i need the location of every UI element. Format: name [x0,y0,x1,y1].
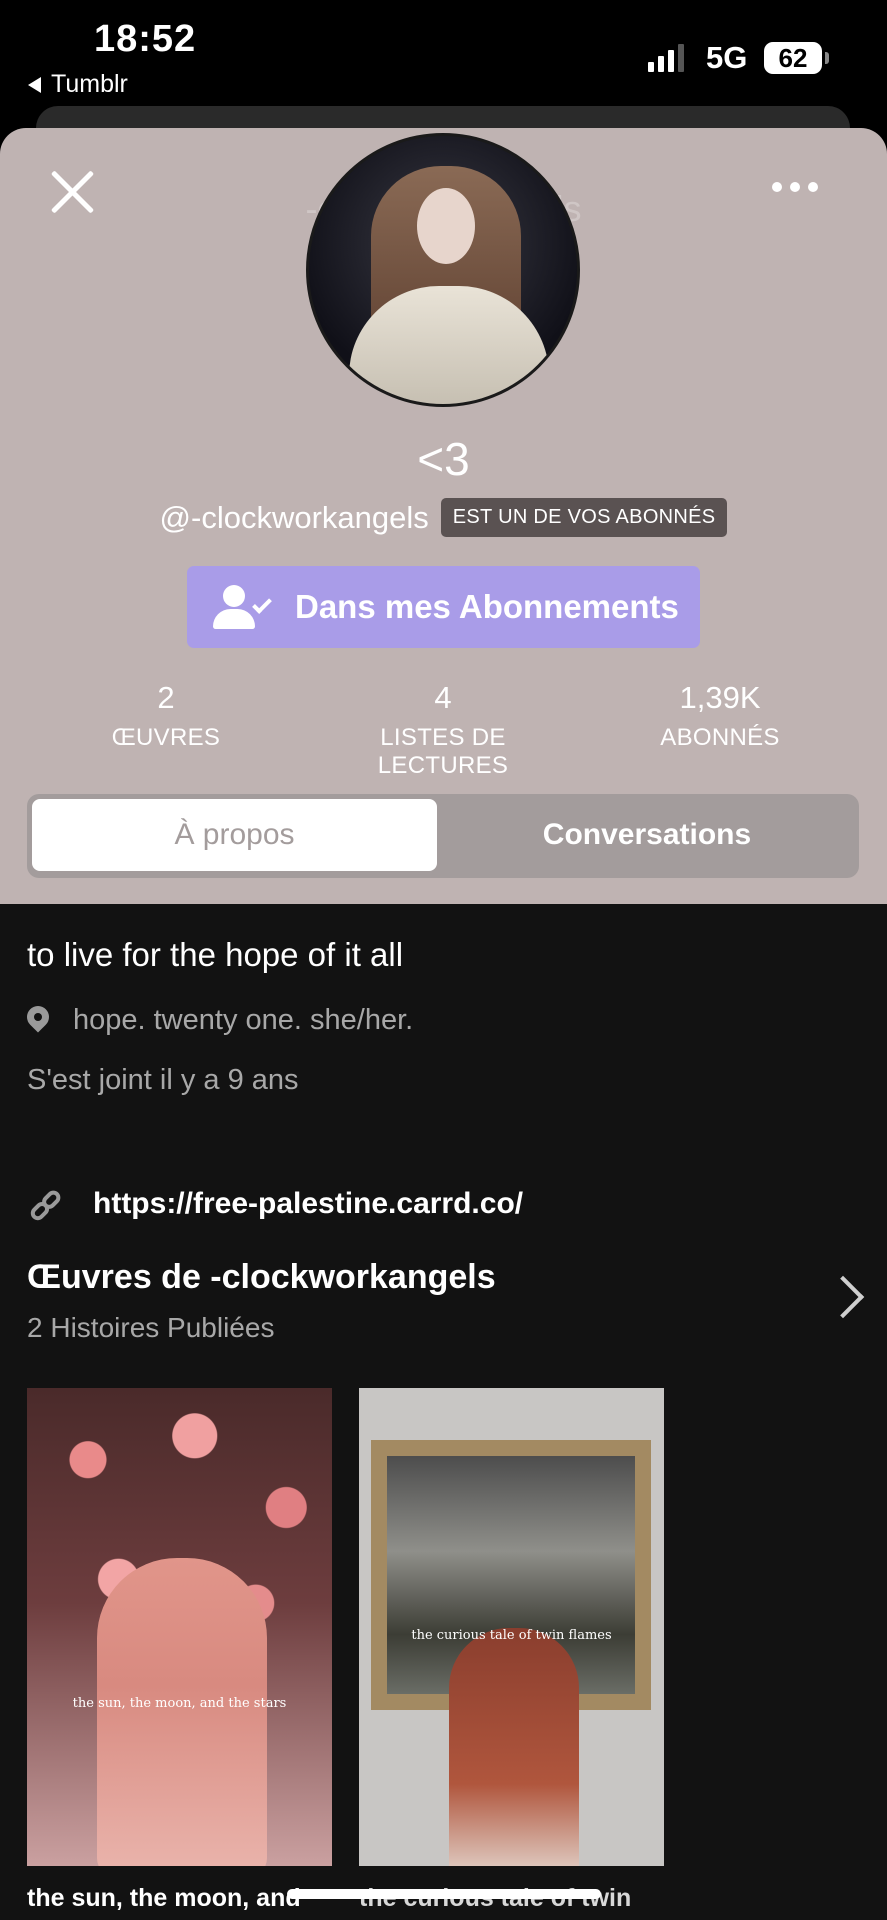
link-icon [19,1176,76,1233]
story-cover[interactable]: the sun, the moon, and the stars [27,1388,332,1866]
following-button[interactable]: Dans mes Abonnements [187,566,700,648]
close-icon[interactable] [48,168,96,216]
tab-about[interactable]: À propos [32,799,437,871]
signal-icon [648,44,684,72]
chevron-right-icon[interactable] [821,1275,865,1319]
stat-label: LISTES DE LECTURES [377,724,509,779]
back-to-app-link[interactable]: Tumblr [28,70,128,99]
location-row: hope. twenty one. she/her. [27,1004,413,1037]
works-section-subtitle: 2 Histoires Publiées [27,1312,275,1343]
profile-stats: 2 ŒUVRES 4 LISTES DE LECTURES 1,39K ABON… [0,680,887,779]
works-section-title[interactable]: Œuvres de -clockworkangels [27,1258,496,1297]
stat-works[interactable]: 2 ŒUVRES [36,680,296,752]
following-button-label: Dans mes Abonnements [295,588,679,625]
stat-reading-lists[interactable]: 4 LISTES DE LECTURES [313,680,573,780]
battery-icon: 62 [764,42,829,74]
more-icon[interactable] [772,182,818,192]
bio-tagline: to live for the hope of it all [27,936,404,973]
story-cover-text: the sun, the moon, and the stars [72,1696,287,1711]
profile-header: -clockworkangels <3 @-clockworkangels ES… [0,128,887,904]
status-time: 18:52 [94,18,197,60]
stat-followers[interactable]: 1,39K ABONNÉS [590,680,850,752]
stat-label: ŒUVRES [111,724,221,751]
network-type: 5G [706,40,748,75]
story-cover[interactable]: the curious tale of twin flames [359,1388,664,1866]
joined-date: S'est joint il y a 9 ans [27,1064,299,1096]
stat-value: 4 [434,680,452,715]
location-text: hope. twenty one. she/her. [73,1004,414,1036]
username-handle: @-clockworkangels [159,499,429,535]
back-app-label: Tumblr [51,70,128,98]
location-pin-icon [27,1006,49,1036]
stat-value: 2 [157,680,175,715]
stat-value: 1,39K [679,680,761,715]
home-indicator[interactable] [287,1889,601,1899]
tab-conversations[interactable]: Conversations [442,799,852,871]
external-link-row[interactable]: https://free-palestine.carrd.co/ [27,1184,523,1224]
profile-tabs: À propos Conversations [27,794,859,878]
story-cover-text: the curious tale of twin flames [411,1628,612,1643]
display-name: <3 [417,433,470,485]
back-arrow-icon [28,76,41,93]
avatar[interactable] [306,133,580,407]
handle-row: @-clockworkangels EST UN DE VOS ABONNÉS [0,498,887,537]
story-title[interactable]: the sun, the moon, and [27,1884,332,1913]
external-link[interactable]: https://free-palestine.carrd.co/ [93,1187,523,1221]
about-content: to live for the hope of it all hope. twe… [0,904,887,1920]
user-check-icon [213,585,272,629]
stat-label: ABONNÉS [660,724,780,751]
follows-you-badge: EST UN DE VOS ABONNÉS [440,498,728,537]
